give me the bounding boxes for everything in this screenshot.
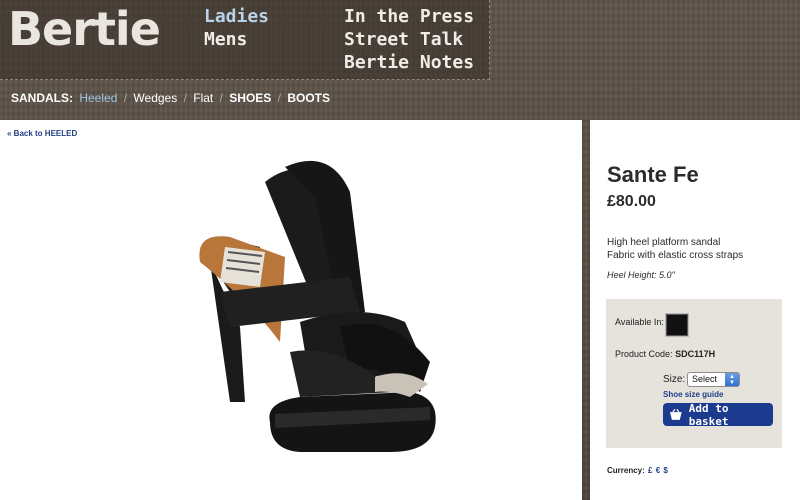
available-in-label: Available In: (615, 317, 664, 327)
basket-icon (669, 408, 682, 420)
add-to-basket-label: Add to basket (688, 401, 729, 428)
description-line: High heel platform sandal (607, 237, 721, 248)
purchase-box: Available In: Product Code: SDC117H Size… (606, 299, 782, 448)
header-box: Bertie Ladies Mens In the Press Street T… (0, 0, 490, 80)
product-code-label: Product Code: (615, 349, 673, 359)
currency-gbp[interactable]: £ (648, 466, 652, 475)
shoe-size-guide-link[interactable]: Shoe size guide (663, 390, 723, 399)
nav-ladies[interactable]: Ladies (204, 5, 269, 28)
subnav-separator: / (219, 91, 223, 105)
size-select[interactable]: Select ▲ ▼ (687, 372, 740, 387)
product-details-panel: Sante Fe £80.00 High heel platform sanda… (590, 120, 800, 500)
product-code-value: SDC117H (675, 349, 716, 359)
subnav-separator: / (123, 91, 128, 105)
main-nav-secondary: In the Press Street Talk Bertie Notes (344, 5, 474, 74)
currency-usd[interactable]: $ (663, 466, 667, 475)
bertie-logo[interactable]: Bertie (8, 2, 161, 56)
category-subnav: SANDALS: Heeled / Wedges / Flat / SHOES … (11, 91, 330, 105)
subnav-boots[interactable]: BOOTS (287, 91, 330, 105)
subnav-separator: / (183, 91, 187, 105)
color-swatch-black[interactable] (665, 313, 689, 337)
back-to-heeled-link[interactable]: « Back to HEELED (7, 129, 77, 138)
product-image[interactable] (190, 152, 450, 472)
nav-mens[interactable]: Mens (204, 28, 269, 51)
subnav-sandals[interactable]: SANDALS: (11, 91, 73, 105)
subnav-wedges[interactable]: Wedges (133, 91, 177, 105)
nav-bertie-notes[interactable]: Bertie Notes (344, 51, 474, 74)
nav-in-the-press[interactable]: In the Press (344, 5, 474, 28)
nav-street-talk[interactable]: Street Talk (344, 28, 474, 51)
product-price: £80.00 (607, 193, 656, 210)
description-line: Fabric with elastic cross straps (607, 250, 744, 261)
subnav-separator: / (277, 91, 281, 105)
subnav-flat[interactable]: Flat (193, 91, 213, 105)
subnav-shoes[interactable]: SHOES (229, 91, 271, 105)
main-nav-primary: Ladies Mens (204, 5, 269, 51)
subnav-heeled[interactable]: Heeled (79, 91, 117, 105)
currency-eur[interactable]: € (656, 466, 660, 475)
add-to-basket-button[interactable]: Add to basket (663, 401, 773, 428)
product-image-panel: « Back to HEELED (0, 120, 582, 500)
currency-switcher: Currency: £ € $ (607, 466, 668, 475)
heel-height: Heel Height: 5.0" (607, 270, 675, 280)
currency-label: Currency: (607, 466, 645, 475)
product-description: High heel platform sandal Fabric with el… (607, 236, 743, 262)
size-select-value: Select (692, 374, 718, 384)
select-arrows-icon: ▲ ▼ (725, 373, 739, 386)
product-code: Product Code: SDC117H (615, 349, 715, 359)
product-title: Sante Fe (607, 162, 699, 187)
size-label: Size: (663, 374, 686, 385)
